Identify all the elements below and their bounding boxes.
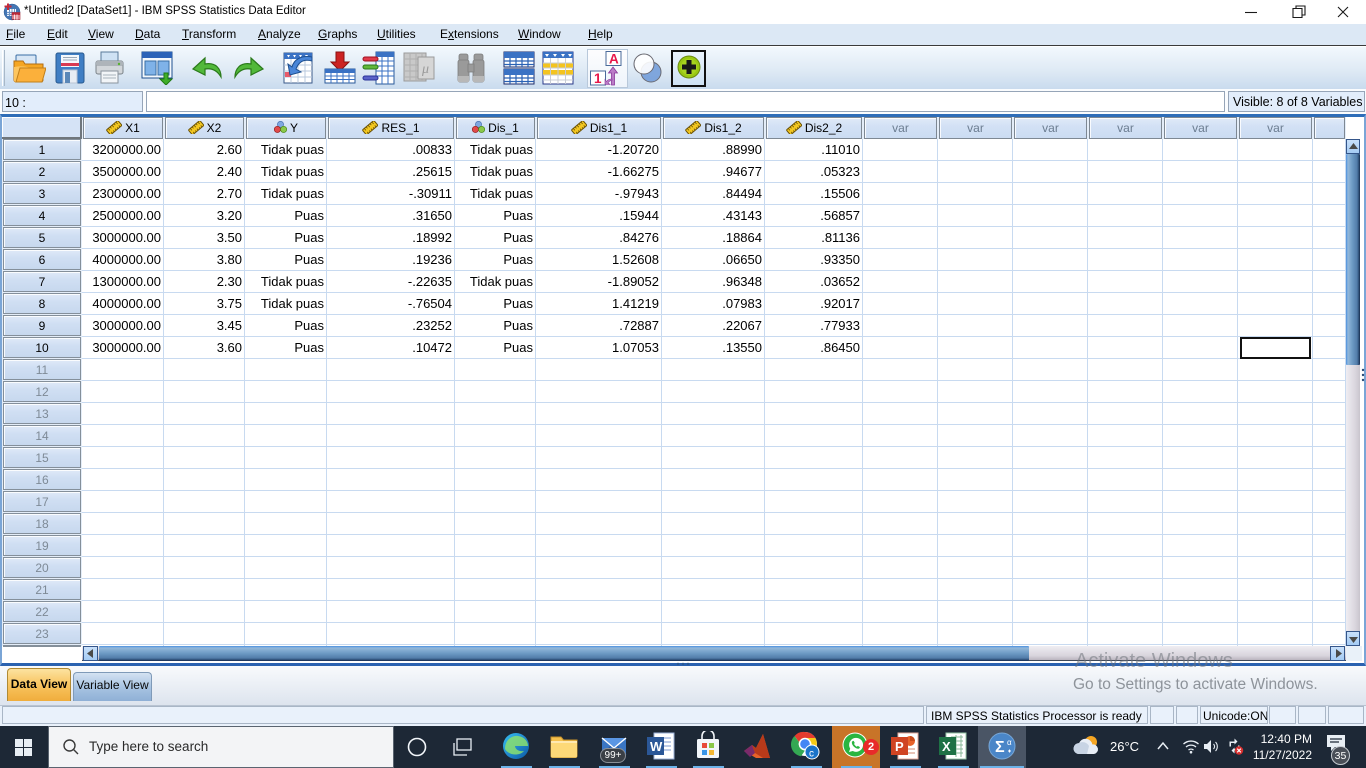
svg-text:X: X — [942, 739, 951, 754]
svg-text:Σ: Σ — [995, 739, 1005, 756]
svg-text:P: P — [895, 739, 904, 754]
svg-text:c: c — [809, 749, 814, 760]
svg-text:α: α — [1007, 738, 1012, 747]
svg-text:1: 1 — [594, 71, 602, 86]
svg-text:μ: μ — [421, 62, 429, 77]
svg-text:A: A — [609, 52, 619, 67]
svg-text:W: W — [650, 739, 663, 754]
